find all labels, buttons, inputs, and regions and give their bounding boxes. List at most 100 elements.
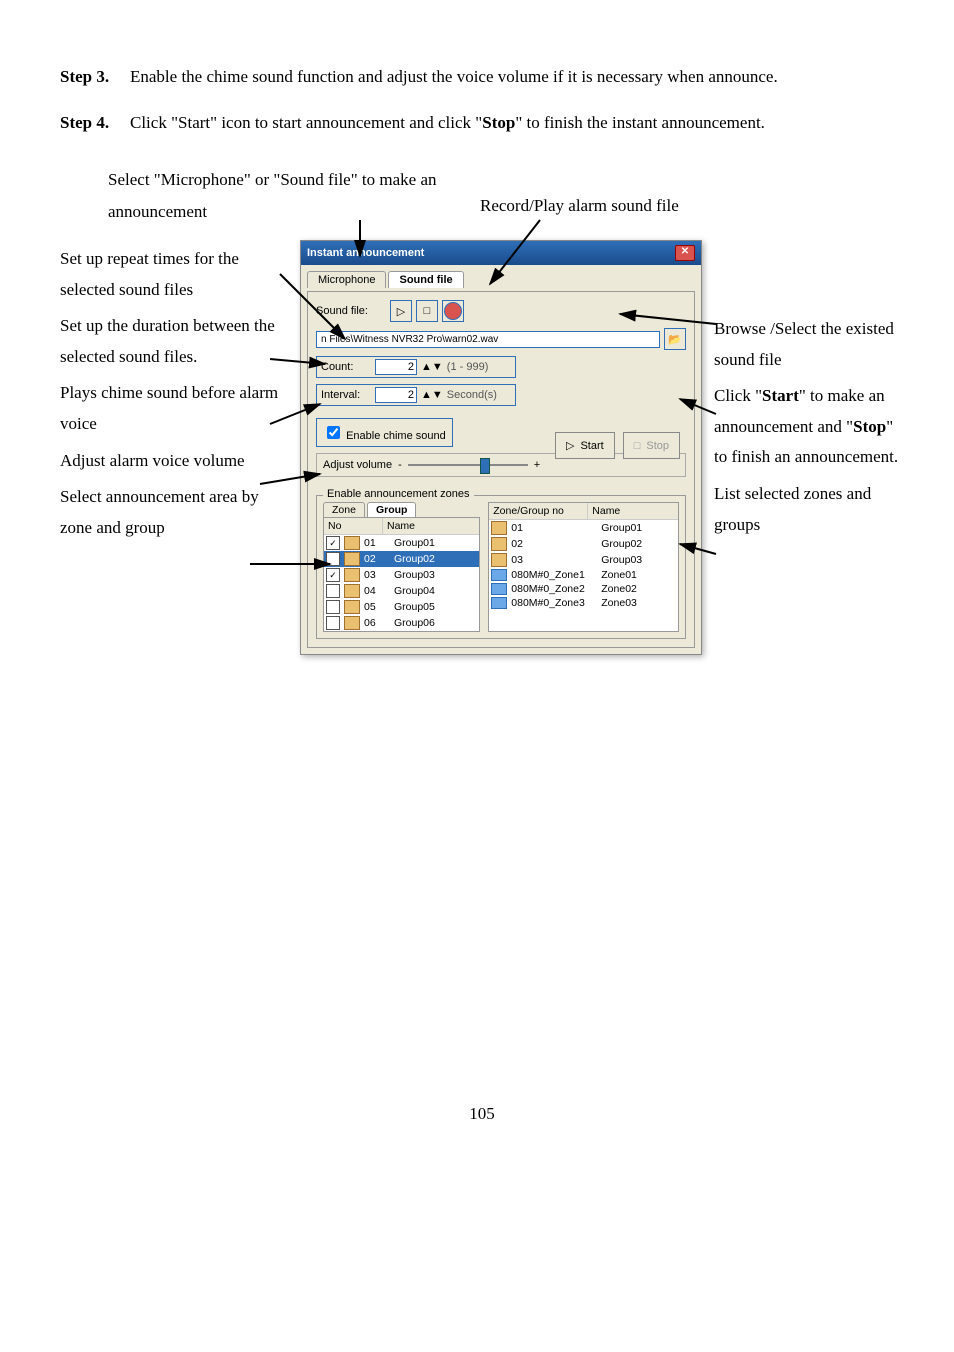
count-input[interactable]: 2 (375, 359, 417, 375)
selected-row[interactable]: 080M#0_Zone2Zone02 (489, 582, 678, 596)
start-button[interactable]: ▷ Start (555, 432, 615, 459)
checkbox-icon[interactable] (326, 584, 340, 598)
row-name: Group03 (601, 554, 642, 566)
step-4-label: Step 4. (60, 106, 130, 140)
top-right-caption: Record/Play alarm sound file (480, 196, 720, 216)
step-3-body: Enable the chime sound function and adju… (130, 60, 904, 94)
close-icon[interactable]: ✕ (675, 245, 695, 261)
selected-row[interactable]: 01Group01 (489, 520, 678, 536)
group-row[interactable]: 04Group04 (324, 583, 479, 599)
annotated-diagram: Select "Microphone" or "Sound file" to m… (60, 164, 904, 704)
selected-row[interactable]: 02Group02 (489, 536, 678, 552)
callout-volume: Adjust alarm voice volume (60, 446, 290, 477)
record-icon[interactable] (442, 300, 464, 322)
checkbox-icon[interactable]: ✓ (326, 552, 340, 566)
zones-legend: Enable announcement zones (323, 488, 474, 500)
selected-row[interactable]: 080M#0_Zone3Zone03 (489, 596, 678, 610)
col-zonegroup-no: Zone/Group no (489, 503, 588, 519)
group-icon (344, 584, 360, 598)
col-zonegroup-name: Name (588, 503, 678, 519)
zone-icon (491, 583, 507, 595)
stop-icon[interactable]: □ (416, 300, 438, 322)
selected-list[interactable]: Zone/Group no Name 01Group0102Group0203G… (488, 502, 679, 632)
step-3-label: Step 3. (60, 60, 130, 94)
callout-area: Select announcement area by zone and gro… (60, 482, 290, 543)
browse-icon[interactable]: 📂 (664, 328, 686, 350)
count-hint: (1 - 999) (447, 361, 489, 373)
sound-file-page: Sound file: ▷ □ n Files\Witness NVR32 Pr… (307, 291, 695, 648)
count-spinner-icon[interactable]: ▲▼ (421, 361, 443, 373)
row-name: Zone01 (601, 569, 637, 581)
group-row[interactable]: 05Group05 (324, 599, 479, 615)
row-id: 03 (511, 554, 601, 566)
play-icon[interactable]: ▷ (390, 300, 412, 322)
step-4: Step 4. Click "Start" icon to start anno… (60, 106, 904, 140)
step-3: Step 3. Enable the chime sound function … (60, 60, 904, 94)
steps-block: Step 3. Enable the chime sound function … (60, 60, 904, 140)
tab-sound-file[interactable]: Sound file (388, 271, 463, 288)
tab-microphone[interactable]: Microphone (307, 271, 386, 288)
step-4-part1: Click "Start" icon to start announcement… (130, 113, 482, 132)
interval-spinner-icon[interactable]: ▲▼ (421, 389, 443, 401)
checkbox-icon[interactable]: ✓ (326, 536, 340, 550)
group-list[interactable]: No Name ✓01Group01✓02Group02✓03Group0304… (323, 517, 480, 632)
start-stop-buttons: ▷ Start □ Stop (555, 432, 680, 459)
group-row[interactable]: ✓01Group01 (324, 535, 479, 551)
zones-fieldset: Enable announcement zones Zone Group No … (316, 495, 686, 639)
right-callouts: Browse /Select the existed sound file Cl… (714, 314, 904, 546)
group-icon (491, 553, 507, 567)
row-id: 080M#0_Zone2 (511, 583, 601, 595)
group-icon (344, 616, 360, 630)
tab-zone[interactable]: Zone (323, 502, 365, 517)
selected-row[interactable]: 03Group03 (489, 552, 678, 568)
start-play-icon: ▷ (566, 439, 574, 452)
row-name: Zone03 (601, 597, 637, 609)
group-icon (491, 537, 507, 551)
callout-duration: Set up the duration between the selected… (60, 311, 290, 372)
volume-slider[interactable] (408, 458, 528, 472)
selected-list-header: Zone/Group no Name (489, 503, 678, 520)
group-name: Group06 (394, 617, 435, 629)
dialog-titlebar[interactable]: Instant announcement ✕ (301, 241, 701, 265)
dialog-body: Microphone Sound file Sound file: ▷ □ n … (301, 265, 701, 654)
instant-announcement-dialog: Instant announcement ✕ Microphone Sound … (300, 240, 702, 655)
row-name: Group02 (601, 538, 642, 550)
group-icon (344, 568, 360, 582)
checkbox-icon[interactable] (326, 616, 340, 630)
stop-button[interactable]: □ Stop (623, 432, 680, 459)
step-4-part3: " to finish the instant announcement. (515, 113, 765, 132)
checkbox-icon[interactable]: ✓ (326, 568, 340, 582)
group-row[interactable]: ✓03Group03 (324, 567, 479, 583)
interval-input[interactable]: 2 (375, 387, 417, 403)
group-icon (491, 521, 507, 535)
group-list-header: No Name (324, 518, 479, 535)
interval-label: Interval: (321, 389, 371, 401)
path-row: n Files\Witness NVR32 Pro\warn02.wav 📂 (316, 328, 686, 350)
group-no: 01 (364, 537, 394, 549)
callout-browse: Browse /Select the existed sound file (714, 314, 904, 375)
start-label: Start (580, 440, 603, 452)
sound-file-path[interactable]: n Files\Witness NVR32 Pro\warn02.wav (316, 331, 660, 348)
chime-checkbox[interactable] (327, 426, 340, 439)
tab-group[interactable]: Group (367, 502, 417, 517)
callout-repeat: Set up repeat times for the selected sou… (60, 244, 290, 305)
selected-row[interactable]: 080M#0_Zone1Zone01 (489, 568, 678, 582)
volume-min: - (398, 459, 402, 471)
chime-row: Enable chime sound (316, 418, 453, 447)
group-name: Group02 (394, 553, 435, 565)
row-id: 02 (511, 538, 601, 550)
left-callouts: Set up repeat times for the selected sou… (60, 164, 290, 549)
group-row[interactable]: ✓02Group02 (324, 551, 479, 567)
group-no: 04 (364, 585, 394, 597)
checkbox-icon[interactable] (326, 600, 340, 614)
callout-startstop: Click "Start" to make an announcement an… (714, 381, 904, 473)
chime-label: Enable chime sound (346, 430, 446, 442)
group-row[interactable]: 06Group06 (324, 615, 479, 631)
col-name: Name (383, 518, 479, 534)
dialog-title: Instant announcement (307, 247, 424, 259)
record-dot-icon (444, 302, 462, 320)
count-row: Count: 2 ▲▼ (1 - 999) (316, 356, 516, 378)
group-name: Group03 (394, 569, 435, 581)
slider-thumb-icon[interactable] (480, 458, 490, 474)
zone-group-tabs: Zone Group (323, 502, 480, 517)
